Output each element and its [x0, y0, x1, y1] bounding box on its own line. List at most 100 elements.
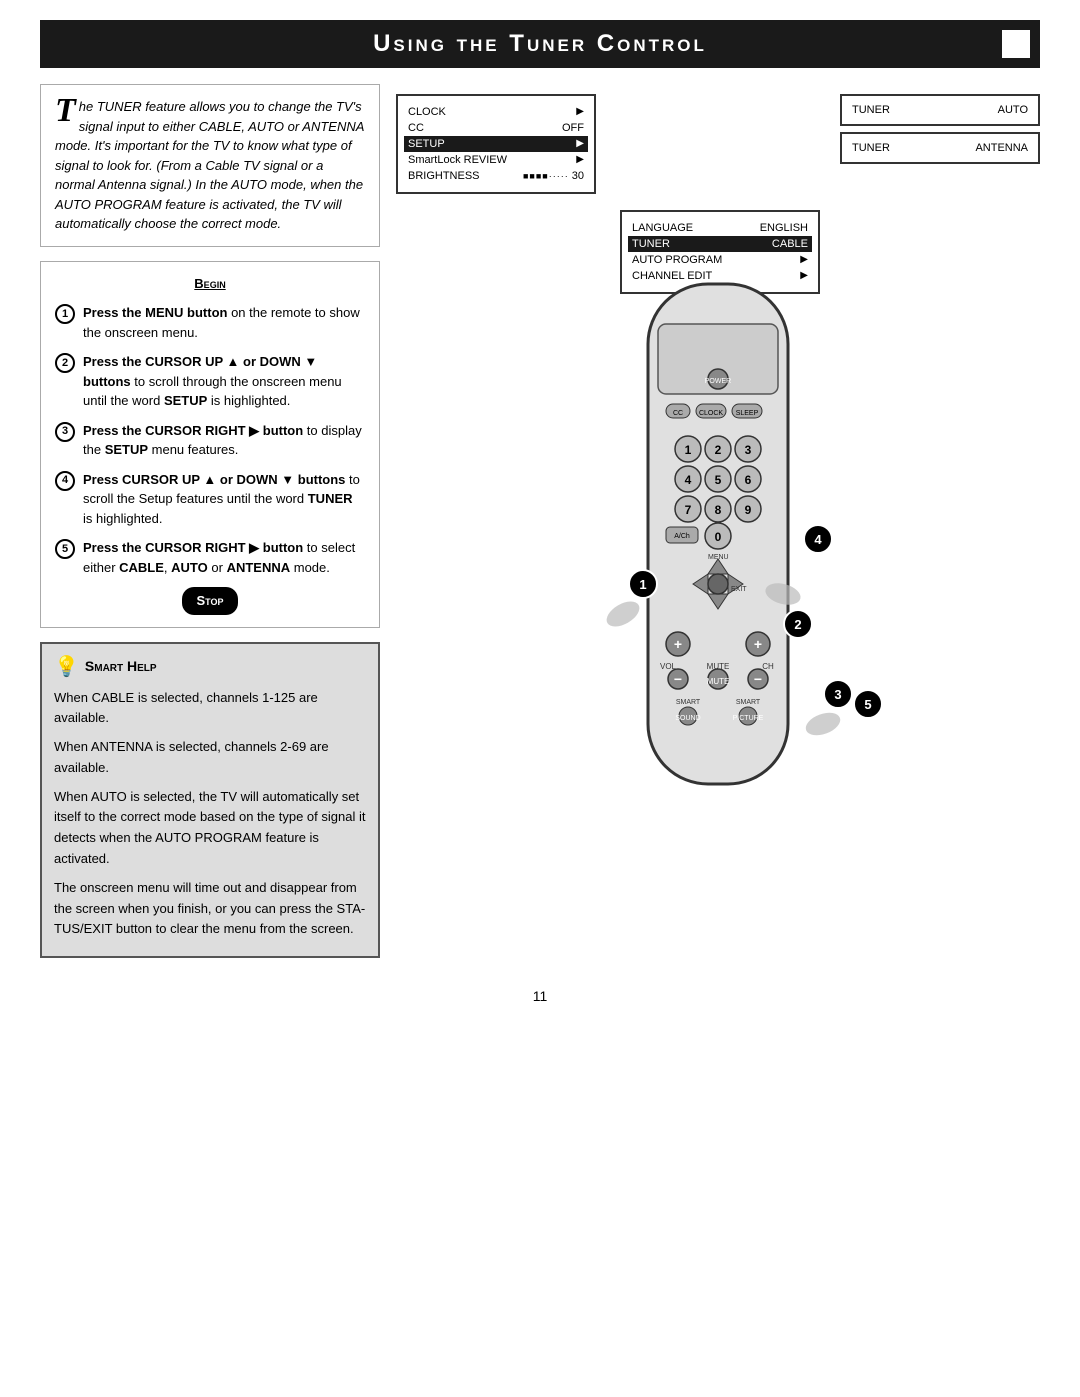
steps-box: Begin 1 Press the MENU button on the rem…: [40, 261, 380, 628]
svg-text:MUTE: MUTE: [707, 677, 730, 686]
smart-help-p4: The onscreen menu will time out and disa…: [54, 878, 366, 940]
svg-text:+: +: [674, 636, 682, 652]
onscreen-menu-box: CLOCK ▶ CC OFF SETUP ▶ SmartLock REVIEW …: [396, 94, 596, 194]
smart-help-p2: When ANTENNA is selected, channels 2-69 …: [54, 737, 366, 779]
tuner-antenna-box: TUNER ANTENNA: [840, 132, 1040, 164]
svg-text:EXIT: EXIT: [731, 586, 747, 593]
svg-text:PICTURE: PICTURE: [733, 715, 764, 722]
svg-text:SLEEP: SLEEP: [736, 410, 759, 417]
menu-value-tuner: CABLE: [772, 238, 808, 250]
svg-text:6: 6: [745, 473, 752, 487]
step-num-5: 5: [55, 539, 75, 559]
right-column: CLOCK ▶ CC OFF SETUP ▶ SmartLock REVIEW …: [396, 84, 1040, 958]
smart-help-title: Smart Help: [85, 656, 157, 677]
step-num-2: 2: [55, 353, 75, 373]
tuner-antenna-row: TUNER ANTENNA: [852, 140, 1028, 156]
svg-text:SMART: SMART: [736, 699, 761, 706]
svg-text:5: 5: [864, 697, 871, 712]
menu-label-smartlock: SmartLock REVIEW: [408, 154, 507, 166]
menu-label-cc: CC: [408, 122, 424, 134]
remote-area: POWER CC CLOCK SLEEP 1 2 3: [396, 274, 1040, 854]
step-text-5: Press the CURSOR RIGHT ▶ button to selec…: [83, 538, 365, 577]
step-num-4: 4: [55, 471, 75, 491]
menu-row-autoprog: AUTO PROGRAM ▶: [632, 252, 808, 268]
svg-text:3: 3: [834, 687, 841, 702]
stop-button: Stop: [182, 587, 237, 615]
menu-value-cc: OFF: [562, 122, 584, 134]
remote-svg: POWER CC CLOCK SLEEP 1 2 3: [548, 274, 888, 854]
step-5: 5 Press the CURSOR RIGHT ▶ button to sel…: [55, 538, 365, 577]
svg-text:7: 7: [685, 503, 692, 517]
menu-row-cc: CC OFF: [408, 120, 584, 136]
menus-column: CLOCK ▶ CC OFF SETUP ▶ SmartLock REVIEW …: [396, 84, 820, 294]
step-1: 1 Press the MENU button on the remote to…: [55, 303, 365, 342]
svg-text:0: 0: [715, 530, 722, 544]
svg-text:A/Ch: A/Ch: [674, 533, 690, 540]
drop-cap: T: [55, 97, 76, 126]
step-text-3: Press the CURSOR RIGHT ▶ button to displ…: [83, 421, 365, 460]
step-4: 4 Press CURSOR UP ▲ or DOWN ▼ buttons to…: [55, 470, 365, 529]
top-right-section: CLOCK ▶ CC OFF SETUP ▶ SmartLock REVIEW …: [396, 84, 1040, 294]
menu-row-brightness: BRIGHTNESS ■■■■····· 30: [408, 168, 584, 184]
svg-text:9: 9: [745, 503, 752, 517]
menu-row-language: LANGUAGE ENGLISH: [632, 220, 808, 236]
svg-text:SMART: SMART: [676, 699, 701, 706]
step-num-1: 1: [55, 304, 75, 324]
svg-text:CLOCK: CLOCK: [699, 410, 723, 417]
step-2: 2 Press the CURSOR UP ▲ or DOWN ▼ button…: [55, 352, 365, 411]
svg-text:−: −: [674, 671, 682, 687]
tuner-auto-box: TUNER AUTO: [840, 94, 1040, 126]
svg-text:8: 8: [715, 503, 722, 517]
lightbulb-icon: 💡: [54, 652, 79, 682]
svg-text:CC: CC: [673, 410, 683, 417]
svg-text:4: 4: [814, 532, 822, 547]
smart-help-text: When CABLE is selected, channels 1-125 a…: [54, 688, 366, 941]
header-title: Using the Tuner Control: [373, 30, 707, 57]
step-3: 3 Press the CURSOR RIGHT ▶ button to dis…: [55, 421, 365, 460]
menu-value-brightness: ■■■■····· 30: [523, 170, 584, 182]
step-text-1: Press the MENU button on the remote to s…: [83, 303, 365, 342]
stop-icon-area: Stop: [55, 587, 365, 615]
menu-value-clock: ▶: [576, 106, 584, 118]
header-box-icon: [1002, 30, 1030, 58]
intro-box: T he TUNER feature allows you to change …: [40, 84, 380, 247]
menu-row-setup: SETUP ▶: [404, 136, 588, 152]
main-layout: T he TUNER feature allows you to change …: [40, 84, 1040, 958]
smart-help-header: 💡 Smart Help: [54, 652, 366, 682]
menu-label-clock: CLOCK: [408, 106, 446, 118]
svg-text:−: −: [754, 671, 762, 687]
svg-text:MENU: MENU: [708, 554, 729, 561]
menu-label-setup: SETUP: [408, 138, 445, 150]
svg-text:1: 1: [685, 443, 692, 457]
smart-help-p1: When CABLE is selected, channels 1-125 a…: [54, 688, 366, 730]
smart-help-p3: When AUTO is selected, the TV will autom…: [54, 787, 366, 870]
tuner-antenna-value: ANTENNA: [975, 142, 1028, 154]
tuner-antenna-label: TUNER: [852, 142, 890, 154]
step-text-4: Press CURSOR UP ▲ or DOWN ▼ buttons to s…: [83, 470, 365, 529]
menu-label-autoprog: AUTO PROGRAM: [632, 254, 722, 266]
svg-text:3: 3: [745, 443, 752, 457]
svg-text:2: 2: [715, 443, 722, 457]
svg-text:2: 2: [794, 617, 801, 632]
menu-value-autoprog: ▶: [800, 254, 808, 266]
smart-help-box: 💡 Smart Help When CABLE is selected, cha…: [40, 642, 380, 959]
tuner-auto-label: TUNER: [852, 104, 890, 116]
tuner-auto-value: AUTO: [998, 104, 1028, 116]
state-column: TUNER AUTO TUNER ANTENNA: [840, 84, 1040, 294]
menu-label-language: LANGUAGE: [632, 222, 693, 234]
menu-label-tuner: TUNER: [632, 238, 670, 250]
menu-value-setup: ▶: [576, 138, 584, 150]
page-number: 11: [40, 988, 1040, 1004]
menu-label-brightness: BRIGHTNESS: [408, 170, 480, 182]
step-text-2: Press the CURSOR UP ▲ or DOWN ▼ buttons …: [83, 352, 365, 411]
menu-row-clock: CLOCK ▶: [408, 104, 584, 120]
menu-value-smartlock: ▶: [576, 154, 584, 166]
intro-text: he TUNER feature allows you to change th…: [55, 99, 364, 231]
menu-value-language: ENGLISH: [760, 222, 808, 234]
begin-label: Begin: [55, 274, 365, 294]
menu-row-smartlock: SmartLock REVIEW ▶: [408, 152, 584, 168]
svg-text:4: 4: [685, 473, 692, 487]
svg-text:1: 1: [639, 577, 646, 592]
left-column: T he TUNER feature allows you to change …: [40, 84, 380, 958]
svg-text:5: 5: [715, 473, 722, 487]
